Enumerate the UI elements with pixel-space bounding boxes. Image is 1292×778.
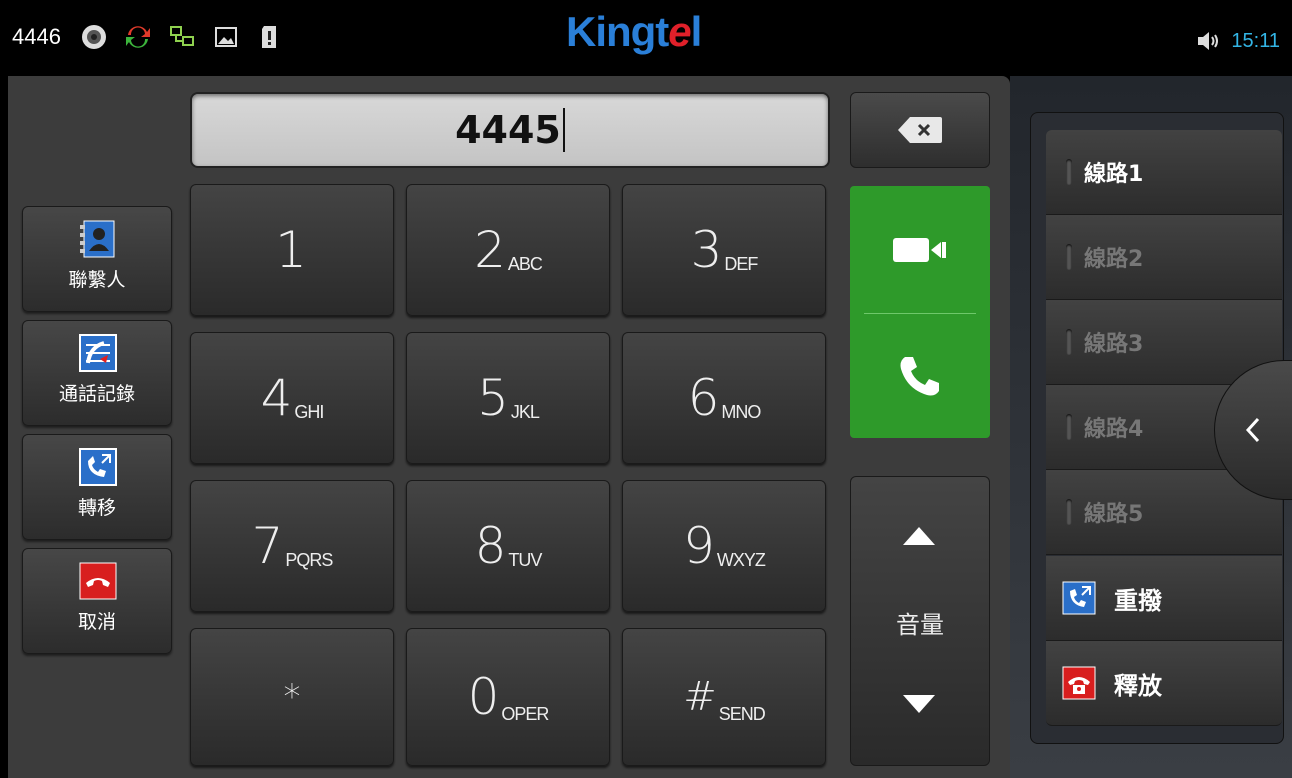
redial-button[interactable]: 重撥 — [1046, 556, 1282, 641]
cancel-label: 取消 — [77, 611, 116, 633]
backspace-button[interactable] — [850, 92, 990, 168]
key-5[interactable]: 5 JKL — [406, 332, 610, 464]
hangup-icon — [79, 562, 117, 600]
key-3[interactable]: 3 DEF — [622, 184, 826, 316]
line-2[interactable]: 線路2 — [1046, 215, 1282, 300]
volume-down-button[interactable] — [901, 693, 937, 719]
video-camera-icon — [893, 237, 946, 262]
key-8[interactable]: 8 TUV — [406, 480, 610, 612]
arrow-up-icon — [903, 527, 935, 545]
contacts-label: 聯繫人 — [68, 269, 126, 291]
volume-control: 音量 — [850, 476, 990, 766]
transfer-button[interactable]: 轉移 — [22, 434, 172, 540]
status-bar: 4446 Kingtel 15:11 — [0, 0, 1292, 76]
call-log-icon — [79, 334, 117, 372]
sync-icon — [123, 22, 153, 52]
line-indicator — [1066, 499, 1072, 525]
key-hash[interactable]: # SEND — [622, 628, 826, 766]
sdcard-icon — [255, 22, 285, 52]
redial-icon — [1062, 581, 1096, 615]
transfer-icon — [79, 448, 117, 486]
key-9[interactable]: 9 WXYZ — [622, 480, 826, 612]
status-left: 4446 — [12, 22, 285, 52]
key-star[interactable]: * — [190, 628, 394, 766]
number-input[interactable]: 4445 — [190, 92, 830, 168]
text-caret — [562, 108, 565, 152]
line-indicator — [1066, 329, 1072, 355]
call-log-button[interactable]: 通話記錄 — [22, 320, 172, 426]
voice-call-button[interactable] — [850, 314, 990, 438]
key-0[interactable]: 0 OPER — [406, 628, 610, 766]
status-right: 15:11 — [1193, 26, 1280, 56]
key-6[interactable]: 6 MNO — [622, 332, 826, 464]
number-input-value: 4445 — [455, 108, 561, 152]
release-phone-icon — [1062, 666, 1096, 700]
line-number: 4446 — [12, 24, 61, 49]
line-indicator — [1066, 414, 1072, 440]
kingtel-logo: Kingtel — [566, 8, 702, 55]
call-panel — [850, 186, 990, 438]
clock: 15:11 — [1231, 29, 1280, 52]
phone-icon — [900, 357, 939, 396]
line-1[interactable]: 線路1 — [1046, 130, 1282, 215]
backspace-icon — [898, 117, 942, 143]
arrow-down-icon — [903, 695, 935, 713]
video-call-button[interactable] — [850, 186, 990, 313]
image-icon — [211, 22, 241, 52]
call-log-label: 通話記錄 — [58, 383, 135, 405]
contacts-icon — [80, 220, 115, 258]
line-indicator — [1066, 159, 1072, 185]
key-2[interactable]: 2 ABC — [406, 184, 610, 316]
transfer-label: 轉移 — [77, 497, 116, 519]
network-icon — [167, 22, 197, 52]
release-button[interactable]: 釋放 — [1046, 641, 1282, 726]
speaker-icon — [79, 22, 109, 52]
volume-up-button[interactable] — [901, 525, 937, 551]
contacts-button[interactable]: 聯繫人 — [22, 206, 172, 312]
key-1[interactable]: 1 — [190, 184, 394, 316]
volume-icon — [1193, 26, 1223, 56]
cancel-button[interactable]: 取消 — [22, 548, 172, 654]
line-indicator — [1066, 244, 1072, 270]
key-4[interactable]: 4 GHI — [190, 332, 394, 464]
key-7[interactable]: 7 PQRS — [190, 480, 394, 612]
chevron-left-icon — [1245, 417, 1260, 443]
volume-label: 音量 — [896, 611, 944, 639]
